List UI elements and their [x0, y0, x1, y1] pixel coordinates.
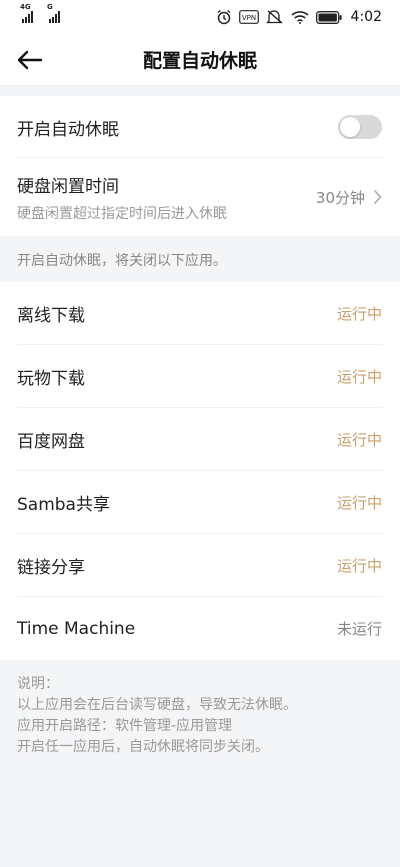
app-status: 运行中 [336, 431, 382, 449]
app-status: 运行中 [336, 305, 382, 323]
vpn-icon: VPN [238, 10, 259, 24]
chevron-right-icon [373, 189, 382, 205]
app-name: Samba共享 [17, 495, 110, 515]
battery-icon [315, 10, 342, 24]
toggle-knob [340, 117, 360, 137]
signal-indicators: 4G G [20, 4, 60, 23]
idle-time-value-group: 30分钟 [316, 187, 382, 208]
settings-card: 开启自动休眠 硬盘闲置时间 硬盘闲置超过指定时间后进入休眠 30分钟 [0, 96, 400, 236]
idle-time-row[interactable]: 硬盘闲置时间 硬盘闲置超过指定时间后进入休眠 30分钟 [0, 158, 400, 236]
app-row[interactable]: 链接分享 运行中 [0, 534, 400, 597]
apps-note: 开启自动休眠，将关闭以下应用。 [0, 236, 400, 282]
app-name: 链接分享 [17, 558, 85, 578]
idle-time-description: 硬盘闲置超过指定时间后进入休眠 [17, 205, 227, 222]
wifi-icon [291, 11, 309, 24]
app-name: 离线下载 [17, 306, 85, 326]
app-status: 运行中 [336, 368, 382, 386]
idle-time-label: 硬盘闲置时间 [17, 176, 119, 197]
auto-sleep-label: 开启自动休眠 [17, 119, 119, 140]
explanation-title: 说明： [17, 676, 59, 692]
idle-time-value: 30分钟 [315, 188, 365, 207]
svg-text:VPN: VPN [241, 14, 255, 22]
app-name: 百度网盘 [17, 432, 85, 452]
status-bar: 4G G VPN 4:02 [0, 0, 400, 34]
app-status: 运行中 [336, 494, 382, 512]
explanation-line: 以上应用会在后台读写硬盘，导致无法休眠。 [17, 697, 297, 713]
app-row[interactable]: 离线下载 运行中 [0, 282, 400, 345]
alarm-icon [217, 9, 230, 25]
signal-icon-sim1: 4G [20, 4, 33, 23]
app-row[interactable]: Samba共享 运行中 [0, 471, 400, 534]
spacer [0, 86, 400, 96]
app-name: 玩物下载 [17, 369, 85, 389]
app-status: 未运行 [336, 620, 382, 638]
app-list: 离线下载 运行中 玩物下载 运行中 百度网盘 运行中 Samba共享 运行中 链接分享 运行中 Ti… [0, 282, 400, 660]
arrow-left-icon [17, 50, 43, 70]
explanation-line: 应用开启路径：软件管理-应用管理 [17, 718, 233, 734]
idle-time-text: 硬盘闲置时间 硬盘闲置超过指定时间后进入休眠 [17, 172, 227, 223]
app-status: 运行中 [336, 557, 382, 575]
page-title: 配置自动休眠 [142, 50, 257, 72]
explanation-block: 说明： 以上应用会在后台读写硬盘，导致无法休眠。 应用开启路径：软件管理-应用管… [0, 660, 400, 758]
explanation-line: 开启任一应用后，自动休眠将同步关闭。 [17, 739, 269, 755]
app-row[interactable]: Time Machine 未运行 [0, 597, 400, 660]
back-button[interactable] [14, 44, 46, 76]
auto-sleep-row: 开启自动休眠 [0, 96, 400, 158]
clock-time: 4:02 [350, 9, 382, 25]
app-header: 配置自动休眠 [0, 34, 400, 86]
auto-sleep-toggle[interactable] [338, 115, 382, 139]
app-row[interactable]: 百度网盘 运行中 [0, 408, 400, 471]
mute-icon [265, 10, 283, 24]
app-row[interactable]: 玩物下载 运行中 [0, 345, 400, 408]
signal-icon-sim2: G [47, 4, 60, 23]
app-name: Time Machine [17, 618, 136, 639]
